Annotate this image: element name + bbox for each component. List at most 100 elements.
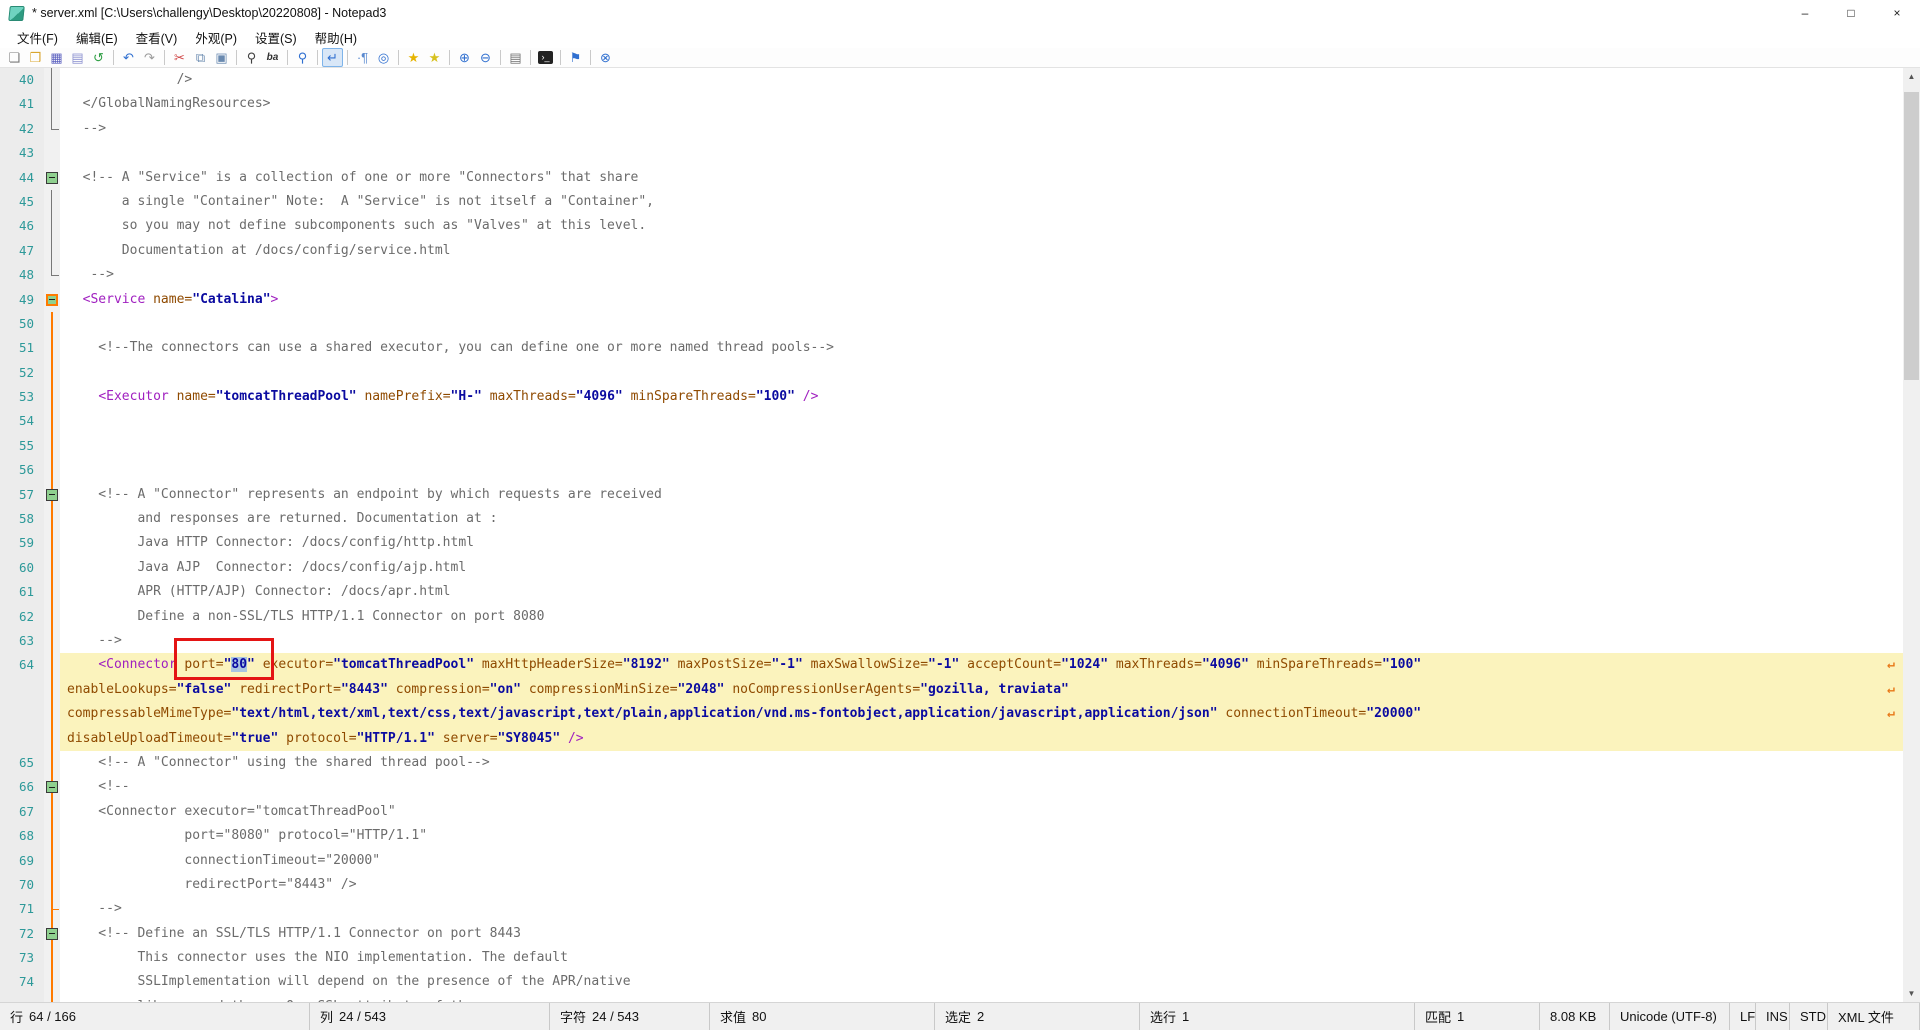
code-line[interactable]: </GlobalNamingResources> bbox=[60, 92, 1903, 116]
status-eval-value[interactable]: 求值80 bbox=[710, 1003, 935, 1030]
code-line[interactable]: so you may not define subcomponents such… bbox=[60, 214, 1903, 238]
code-line[interactable] bbox=[60, 434, 1903, 458]
save-copy-button[interactable]: ▤ bbox=[67, 48, 88, 67]
status-file-size[interactable]: 8.08 KB bbox=[1540, 1003, 1610, 1030]
encoding-select-button[interactable]: ◎ bbox=[373, 48, 394, 67]
status-line-position[interactable]: 行64 / 166 bbox=[0, 1003, 310, 1030]
code-line[interactable]: <!--The connectors can use a shared exec… bbox=[60, 336, 1903, 360]
code-line[interactable]: <!-- A "Connector" represents an endpoin… bbox=[60, 483, 1903, 507]
word-wrap-button[interactable]: ↵ bbox=[322, 48, 343, 67]
menu-item-settings[interactable]: 设置(S) bbox=[246, 26, 306, 49]
menu-item-view[interactable]: 查看(V) bbox=[127, 26, 187, 49]
code-line[interactable]: <!-- bbox=[60, 775, 1903, 799]
status-column-position[interactable]: 列24 / 543 bbox=[310, 1003, 550, 1030]
code-line[interactable]: <Service name="Catalina"> bbox=[60, 288, 1903, 312]
status-selected-chars[interactable]: 选定2 bbox=[935, 1003, 1140, 1030]
copy-button[interactable]: ⧉ bbox=[190, 48, 211, 67]
code-line[interactable]: Define a non-SSL/TLS HTTP/1.1 Connector … bbox=[60, 605, 1903, 629]
code-line[interactable]: /> bbox=[60, 68, 1903, 92]
status-eol-mode[interactable]: LF bbox=[1730, 1003, 1756, 1030]
code-line[interactable]: <!-- A "Connector" using the shared thre… bbox=[60, 751, 1903, 775]
menu-item-edit[interactable]: 编辑(E) bbox=[67, 26, 127, 49]
code-line[interactable]: Java HTTP Connector: /docs/config/http.h… bbox=[60, 531, 1903, 555]
code-line[interactable]: SSLImplementation will depend on the pre… bbox=[60, 970, 1903, 994]
cut-button[interactable]: ✂ bbox=[169, 48, 190, 67]
fold-collapse-icon[interactable] bbox=[46, 928, 58, 940]
save-file-button[interactable]: ▦ bbox=[46, 48, 67, 67]
fold-margin bbox=[44, 166, 60, 190]
vertical-scrollbar[interactable]: ▲ ▼ bbox=[1903, 68, 1920, 1002]
code-line[interactable]: Documentation at /docs/config/service.ht… bbox=[60, 239, 1903, 263]
code-line[interactable]: a single "Container" Note: A "Service" i… bbox=[60, 190, 1903, 214]
code-line[interactable]: This connector uses the NIO implementati… bbox=[60, 946, 1903, 970]
code-line[interactable] bbox=[60, 458, 1903, 482]
code-line[interactable] bbox=[60, 361, 1903, 385]
paste-button[interactable]: ▣ bbox=[211, 48, 232, 67]
code-line[interactable]: and responses are returned. Documentatio… bbox=[60, 507, 1903, 531]
menu-item-file[interactable]: 文件(F) bbox=[8, 26, 67, 49]
close-button[interactable]: × bbox=[1874, 0, 1920, 26]
undo-button[interactable]: ↶ bbox=[118, 48, 139, 67]
code-line[interactable]: compressableMimeType="text/html,text/xml… bbox=[60, 702, 1903, 726]
fold-collapse-icon[interactable] bbox=[46, 489, 58, 501]
code-line[interactable] bbox=[60, 312, 1903, 336]
code-line[interactable]: library and the useOpenSSL attribute of … bbox=[60, 995, 1903, 1002]
menu-item-help[interactable]: 帮助(H) bbox=[306, 26, 366, 49]
code-line[interactable]: <Connector port="80" executor="tomcatThr… bbox=[60, 653, 1903, 677]
menu-item-appearance[interactable]: 外观(P) bbox=[186, 26, 246, 49]
code-line[interactable]: --> bbox=[60, 629, 1903, 653]
code-line[interactable] bbox=[60, 409, 1903, 433]
code-line[interactable]: <!-- Define an SSL/TLS HTTP/1.1 Connecto… bbox=[60, 922, 1903, 946]
fold-collapse-icon[interactable] bbox=[46, 781, 58, 793]
code-line[interactable]: APR (HTTP/AJP) Connector: /docs/apr.html bbox=[60, 580, 1903, 604]
code-line[interactable]: Java AJP Connector: /docs/config/ajp.htm… bbox=[60, 556, 1903, 580]
code-line[interactable]: <Executor name="tomcatThreadPool" namePr… bbox=[60, 385, 1903, 409]
scroll-up-icon[interactable]: ▲ bbox=[1903, 68, 1920, 85]
replace-button[interactable]: ba bbox=[262, 48, 283, 67]
code-line[interactable]: enableLookups="false" redirectPort="8443… bbox=[60, 678, 1903, 702]
minimize-button[interactable]: – bbox=[1782, 0, 1828, 26]
replace-icon: ba bbox=[267, 53, 279, 63]
find-in-files-button[interactable]: ⚲ bbox=[292, 48, 313, 67]
fold-collapse-icon[interactable] bbox=[46, 172, 58, 184]
zoom-in-button[interactable]: ⊕ bbox=[454, 48, 475, 67]
add-favorite-button[interactable]: ★ bbox=[424, 48, 445, 67]
code-line[interactable]: connectionTimeout="20000" bbox=[60, 849, 1903, 873]
code-line[interactable]: --> bbox=[60, 897, 1903, 921]
scrollbar-thumb[interactable] bbox=[1904, 92, 1919, 380]
new-file-button[interactable]: ❏ bbox=[4, 48, 25, 67]
status-encoding[interactable]: Unicode (UTF-8) bbox=[1610, 1003, 1730, 1030]
status-match-count[interactable]: 匹配1 bbox=[1415, 1003, 1540, 1030]
code-line[interactable]: port="8080" protocol="HTTP/1.1" bbox=[60, 824, 1903, 848]
line-number: 58 bbox=[0, 507, 44, 531]
code-line[interactable]: <!-- A "Service" is a collection of one … bbox=[60, 166, 1903, 190]
open-file-button[interactable]: ❒ bbox=[25, 48, 46, 67]
maximize-button[interactable]: □ bbox=[1828, 0, 1874, 26]
code-line[interactable]: <Connector executor="tomcatThreadPool" bbox=[60, 800, 1903, 824]
pin-to-tray-button[interactable]: ⚑ bbox=[565, 48, 586, 67]
status-selected-lines[interactable]: 选行1 bbox=[1140, 1003, 1415, 1030]
status-eval-value-value: 80 bbox=[752, 1009, 766, 1024]
fold-line bbox=[51, 92, 52, 116]
find-button[interactable]: ⚲ bbox=[241, 48, 262, 67]
open-console-button[interactable]: ›_ bbox=[535, 48, 556, 67]
status-insert-mode[interactable]: INS bbox=[1756, 1003, 1790, 1030]
code-line[interactable]: disableUploadTimeout="true" protocol="HT… bbox=[60, 727, 1903, 751]
show-whitespace-button[interactable]: ·¶ bbox=[352, 48, 373, 67]
scroll-down-icon[interactable]: ▼ bbox=[1903, 985, 1920, 1002]
revert-file-button[interactable]: ↺ bbox=[88, 48, 109, 67]
status-character-position[interactable]: 字符24 / 543 bbox=[550, 1003, 710, 1030]
scheme-config-button[interactable]: ▤ bbox=[505, 48, 526, 67]
code-line[interactable]: --> bbox=[60, 117, 1903, 141]
status-file-type[interactable]: XML 文件 bbox=[1828, 1003, 1920, 1030]
favorites-button[interactable]: ★ bbox=[403, 48, 424, 67]
status-edit-mode[interactable]: STD bbox=[1790, 1003, 1828, 1030]
code-line[interactable]: --> bbox=[60, 263, 1903, 287]
code-line[interactable] bbox=[60, 141, 1903, 165]
text-editor[interactable]: 40 />41 </GlobalNamingResources>42 -->43… bbox=[0, 68, 1903, 1002]
fold-collapse-icon-current[interactable] bbox=[46, 294, 58, 306]
zoom-out-button[interactable]: ⊖ bbox=[475, 48, 496, 67]
exit-button[interactable]: ⊗ bbox=[595, 48, 616, 67]
redo-button[interactable]: ↷ bbox=[139, 48, 160, 67]
code-line[interactable]: redirectPort="8443" /> bbox=[60, 873, 1903, 897]
